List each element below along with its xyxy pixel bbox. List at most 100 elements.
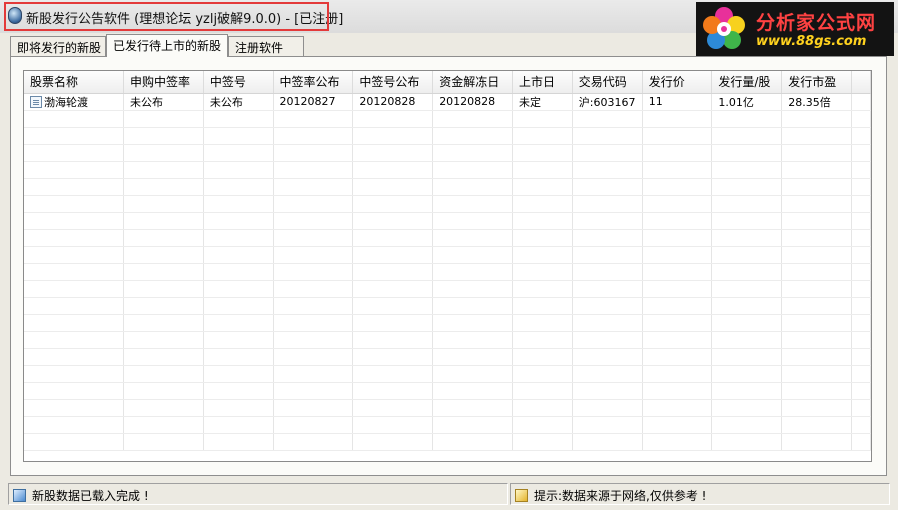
logo-brand-text: 分析家公式网 <box>756 12 877 34</box>
empty-cell <box>781 178 853 196</box>
empty-cell <box>203 399 274 417</box>
empty-cell <box>851 263 871 281</box>
column-header-stock-name[interactable]: 股票名称 <box>24 71 125 94</box>
empty-cell <box>24 280 125 298</box>
empty-cell <box>851 178 871 196</box>
cell-text: 未定 <box>519 95 542 109</box>
empty-cell <box>711 127 783 145</box>
empty-cell <box>711 348 783 366</box>
empty-cell <box>24 178 125 196</box>
empty-cell <box>512 331 573 349</box>
empty-cell <box>711 144 783 162</box>
empty-cell <box>203 263 274 281</box>
tab-register-software[interactable]: 注册软件 <box>228 36 304 56</box>
empty-row <box>24 246 871 264</box>
empty-cell <box>642 331 713 349</box>
empty-cell <box>432 229 514 247</box>
empty-cell <box>432 331 514 349</box>
empty-cell <box>572 297 643 315</box>
empty-cell <box>711 382 783 400</box>
column-header-listing-date[interactable]: 上市日 <box>512 71 573 94</box>
empty-cell <box>512 212 573 230</box>
empty-cell <box>352 246 434 264</box>
empty-cell <box>851 195 871 213</box>
empty-cell <box>642 178 713 196</box>
empty-cell <box>642 246 713 264</box>
empty-cell <box>781 280 853 298</box>
empty-cell <box>512 144 573 162</box>
table-cell: 未公布 <box>203 93 274 111</box>
ipo-table-view[interactable]: 股票名称 申购中签率 中签号 中签率公布 中签号公布 资金解冻日 上市日 交易代… <box>23 70 872 462</box>
empty-cell <box>123 280 204 298</box>
tab-upcoming-ipos[interactable]: 即将发行的新股 <box>10 36 106 56</box>
empty-cell <box>352 195 434 213</box>
empty-cell <box>512 297 573 315</box>
empty-cell <box>572 195 643 213</box>
tab-panel: 股票名称 申购中签率 中签号 中签率公布 中签号公布 资金解冻日 上市日 交易代… <box>10 56 887 476</box>
empty-cell <box>711 433 783 451</box>
column-header-issue-price[interactable]: 发行价 <box>642 71 713 94</box>
empty-cell <box>572 127 643 145</box>
column-header-rate-announcement[interactable]: 中签率公布 <box>273 71 354 94</box>
column-header-issue-volume[interactable]: 发行量/股 <box>711 71 783 94</box>
empty-cell <box>711 110 783 128</box>
empty-cell <box>273 331 354 349</box>
empty-cell <box>642 348 713 366</box>
empty-row <box>24 263 871 281</box>
empty-cell <box>781 382 853 400</box>
empty-cell <box>24 110 125 128</box>
empty-cell <box>851 127 871 145</box>
empty-cell <box>781 246 853 264</box>
table-row[interactable]: 渤海轮渡 未公布 未公布 20120827 20120828 20120828 未定 沪:60… <box>24 93 871 111</box>
empty-cell <box>352 416 434 434</box>
empty-cell <box>432 263 514 281</box>
empty-cell <box>24 433 125 451</box>
empty-cell <box>123 246 204 264</box>
empty-cell <box>352 212 434 230</box>
empty-cell <box>24 229 125 247</box>
column-header-winning-number[interactable]: 中签号 <box>203 71 274 94</box>
table-cell: 11 <box>642 93 713 111</box>
empty-cell <box>123 314 204 332</box>
empty-cell <box>432 348 514 366</box>
empty-cell <box>512 246 573 264</box>
table-cell: 20120827 <box>273 93 354 111</box>
column-header-issue-pe[interactable]: 发行市盈 <box>781 71 853 94</box>
column-header-subscription-rate[interactable]: 申购中签率 <box>123 71 204 94</box>
empty-cell <box>24 399 125 417</box>
empty-cell <box>642 195 713 213</box>
empty-row <box>24 212 871 230</box>
empty-cell <box>572 365 643 383</box>
tab-issued-pending-listing[interactable]: 已发行待上市的新股 <box>106 34 228 57</box>
empty-cell <box>352 229 434 247</box>
table-header-row: 股票名称 申购中签率 中签号 中签率公布 中签号公布 资金解冻日 上市日 交易代… <box>24 71 871 94</box>
empty-cell <box>642 280 713 298</box>
empty-cell <box>851 212 871 230</box>
empty-cell <box>851 144 871 162</box>
cell-text: 未公布 <box>209 95 243 109</box>
column-header-number-announcement[interactable]: 中签号公布 <box>352 71 434 94</box>
empty-cell <box>352 331 434 349</box>
column-header-fund-unfreeze-date[interactable]: 资金解冻日 <box>432 71 514 94</box>
empty-cell <box>711 229 783 247</box>
empty-cell <box>781 365 853 383</box>
empty-cell <box>352 263 434 281</box>
empty-row <box>24 229 871 247</box>
empty-cell <box>24 416 125 434</box>
empty-cell <box>203 144 274 162</box>
column-header-trading-code[interactable]: 交易代码 <box>572 71 643 94</box>
table-cell-filler <box>851 93 871 111</box>
empty-cell <box>851 280 871 298</box>
empty-cell <box>273 263 354 281</box>
empty-cell <box>352 348 434 366</box>
empty-cell <box>572 314 643 332</box>
empty-cell <box>572 178 643 196</box>
empty-cell <box>24 246 125 264</box>
empty-cell <box>781 399 853 417</box>
cell-text: 28.35倍 <box>788 95 831 109</box>
empty-cell <box>851 365 871 383</box>
table-cell: 28.35倍 <box>781 93 853 111</box>
empty-cell <box>781 144 853 162</box>
empty-cell <box>851 382 871 400</box>
empty-cell <box>123 127 204 145</box>
